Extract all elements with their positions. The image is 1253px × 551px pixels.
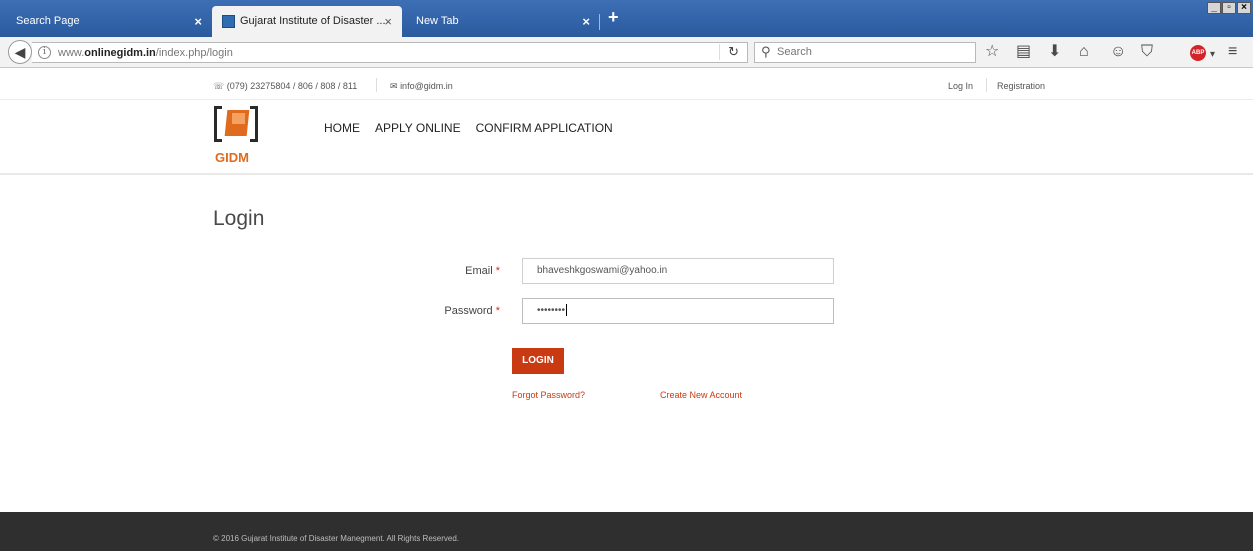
email-label-text: Email — [465, 265, 493, 277]
home-icon[interactable]: ⌂ — [1079, 43, 1089, 61]
url-path: /index.php/login — [155, 47, 233, 59]
divider — [986, 78, 987, 92]
url-text[interactable]: www.onlinegidm.in/index.php/login — [58, 47, 233, 59]
address-bar[interactable]: i www.onlinegidm.in/index.php/login ↻ — [32, 42, 748, 63]
text-caret — [566, 304, 568, 317]
password-label: Password * — [380, 305, 500, 317]
url-prefix: www. — [58, 47, 85, 59]
browser-search-bar[interactable]: ⚲ — [754, 42, 976, 63]
gidm-logo[interactable]: GIDM — [214, 106, 260, 170]
registration-link[interactable]: Registration — [997, 81, 1045, 91]
top-info-bar: ☏ (079) 23275804 / 806 / 808 / 811 ✉ inf… — [0, 69, 1253, 100]
email-address[interactable]: info@gidm.in — [400, 81, 453, 91]
search-icon: ⚲ — [761, 44, 771, 59]
logo-wordmark: GIDM — [215, 150, 249, 165]
login-link[interactable]: Log In — [948, 81, 973, 91]
required-marker: * — [495, 305, 500, 317]
site-footer: © 2016 Gujarat Institute of Disaster Man… — [0, 512, 1253, 551]
logo-mark-highlight — [232, 113, 245, 124]
create-account-link[interactable]: Create New Account — [660, 390, 742, 400]
bookmark-star-icon[interactable]: ☆ — [985, 43, 999, 61]
reading-list-icon[interactable]: ▤ — [1016, 43, 1031, 61]
login-button[interactable]: LOGIN — [512, 348, 564, 374]
window-controls: _ ▫ × — [1207, 2, 1251, 14]
tab-close-icon[interactable]: × — [384, 6, 392, 37]
tab-label: Gujarat Institute of Disaster ... — [240, 15, 386, 27]
forgot-password-link[interactable]: Forgot Password? — [512, 390, 585, 400]
adblock-plus-icon[interactable]: ABP — [1190, 45, 1206, 61]
browser-navigation-bar: ◀ i www.onlinegidm.in/index.php/login ↻ … — [0, 37, 1253, 68]
site-header: GIDM HOME APPLY ONLINE CONFIRM APPLICATI… — [0, 100, 1253, 175]
url-domain: onlinegidm.in — [84, 47, 156, 59]
phone-icon: ☏ — [213, 81, 225, 91]
tab-label: New Tab — [416, 15, 459, 27]
tab-close-icon[interactable]: × — [194, 6, 202, 37]
tab-search-page[interactable]: Search Page × — [4, 6, 212, 37]
mail-icon: ✉ — [390, 81, 398, 91]
copyright-text: © 2016 Gujarat Institute of Disaster Man… — [213, 534, 460, 543]
menu-item-home[interactable]: HOME — [324, 121, 360, 135]
tab-label: Search Page — [16, 15, 80, 27]
site-favicon-icon — [222, 15, 235, 28]
minimize-icon[interactable]: _ — [1207, 2, 1221, 14]
reload-icon[interactable]: ↻ — [719, 44, 739, 60]
password-label-text: Password — [444, 305, 493, 317]
close-window-icon[interactable]: × — [1237, 2, 1251, 14]
logo-bracket-left — [214, 106, 222, 142]
tab-gidm[interactable]: Gujarat Institute of Disaster ... × — [212, 6, 402, 37]
email-field[interactable]: bhaveshkgoswami@yahoo.in — [522, 258, 834, 284]
search-input[interactable] — [777, 46, 967, 58]
required-marker: * — [495, 265, 500, 277]
logo-bracket-right — [250, 106, 258, 142]
back-arrow-icon[interactable]: ◀ — [8, 40, 32, 64]
tab-close-icon[interactable]: × — [582, 6, 590, 37]
chat-icon[interactable]: ☺ — [1110, 43, 1126, 61]
adblock-dropdown-icon[interactable]: ▾ — [1210, 46, 1215, 64]
email-contact: ✉ info@gidm.in — [390, 81, 453, 92]
divider — [376, 78, 377, 92]
phone-contact: ☏ (079) 23275804 / 806 / 808 / 811 — [213, 81, 357, 92]
site-info-icon[interactable]: i — [38, 46, 51, 59]
page-title: Login — [213, 207, 265, 230]
email-label: Email * — [380, 265, 500, 277]
pocket-icon[interactable]: ⛉ — [1141, 43, 1153, 61]
new-tab-plus-icon[interactable]: + — [608, 7, 619, 28]
browser-tab-strip: Search Page × Gujarat Institute of Disas… — [0, 0, 1253, 37]
restore-icon[interactable]: ▫ — [1222, 2, 1236, 14]
menu-icon[interactable]: ≡ — [1228, 43, 1237, 61]
main-menu: HOME APPLY ONLINE CONFIRM APPLICATION — [324, 121, 613, 135]
menu-item-apply-online[interactable]: APPLY ONLINE — [375, 121, 461, 135]
tab-new-tab[interactable]: New Tab × — [404, 6, 600, 37]
download-icon[interactable]: ⬇ — [1048, 43, 1061, 61]
menu-item-confirm-application[interactable]: CONFIRM APPLICATION — [476, 121, 613, 135]
password-field[interactable]: •••••••• — [522, 298, 834, 324]
password-field-value: •••••••• — [537, 305, 566, 316]
email-field-value: bhaveshkgoswami@yahoo.in — [537, 265, 668, 276]
phone-number: (079) 23275804 / 806 / 808 / 811 — [226, 81, 358, 91]
